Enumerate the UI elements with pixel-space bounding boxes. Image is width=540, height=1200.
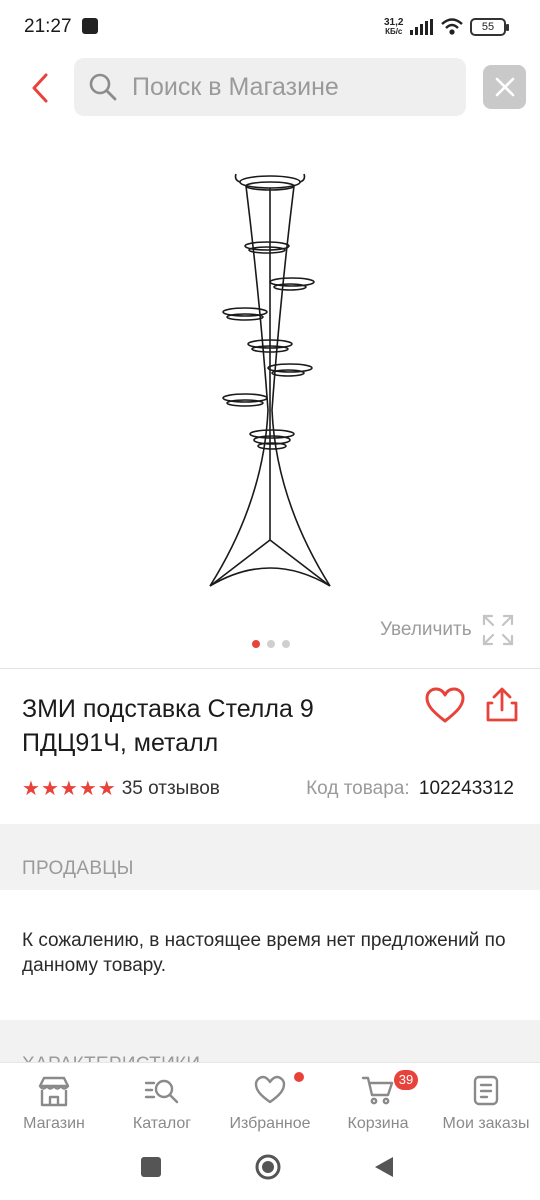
nav-orders[interactable]: Мои заказы	[432, 1063, 540, 1143]
notification-icon	[82, 18, 98, 34]
share-button[interactable]	[482, 686, 522, 726]
back-nav-icon[interactable]	[372, 1155, 396, 1179]
star-icon: ★	[22, 778, 40, 800]
system-nav	[0, 1142, 540, 1200]
pager-dot[interactable]	[267, 640, 275, 648]
nav-store[interactable]: Магазин	[0, 1063, 108, 1143]
cart-icon	[361, 1076, 394, 1105]
status-time: 21:27	[24, 16, 72, 37]
favorite-button[interactable]	[424, 686, 466, 726]
star-icon: ★	[97, 778, 116, 800]
expand-icon	[482, 614, 513, 646]
divider	[0, 668, 540, 669]
search-input[interactable]	[132, 58, 452, 116]
sellers-header: ПРОДАВЦЫ	[0, 824, 540, 890]
sellers-heading: ПРОДАВЦЫ	[22, 858, 134, 879]
search-box[interactable]	[74, 58, 466, 116]
product-code-label: Код товара:	[306, 778, 410, 799]
nav-catalog[interactable]: Каталог	[108, 1063, 216, 1143]
nav-label: Каталог	[132, 1115, 192, 1132]
store-icon	[38, 1076, 70, 1107]
heart-icon	[425, 687, 465, 723]
close-button[interactable]	[483, 65, 526, 109]
cart-badge: 39	[394, 1070, 418, 1090]
product-code-value: 102243312	[418, 778, 514, 799]
wifi-icon	[441, 18, 463, 35]
characteristics-header: ХАРАКТЕРИСТИКИ	[0, 1020, 540, 1062]
star-icon: ★	[78, 778, 97, 800]
network-speed: 31,2 КБ/с	[384, 17, 404, 37]
zoom-button[interactable]: Увеличить	[380, 614, 514, 646]
catalog-search-icon	[144, 1079, 179, 1104]
favorites-indicator	[294, 1072, 304, 1082]
star-icon: ★	[40, 778, 59, 800]
nav-label: Корзина	[347, 1115, 409, 1132]
close-icon	[495, 77, 514, 97]
product-image[interactable]	[190, 160, 350, 600]
orders-icon	[473, 1075, 499, 1106]
status-bar: 21:27 31,2 КБ/с 55	[0, 0, 540, 56]
reviews-link[interactable]: 35 отзывов	[122, 778, 220, 800]
nav-label: Магазин	[23, 1115, 85, 1132]
nav-favorites[interactable]: Избранное	[216, 1063, 324, 1143]
share-icon	[486, 687, 518, 722]
bottom-nav: Магазин Каталог Избранное Корзина Мои за…	[0, 1062, 540, 1142]
search-icon	[89, 73, 117, 101]
product-gallery[interactable]: Увеличить	[0, 130, 540, 666]
product-code: Код товара: 102243312	[306, 778, 514, 800]
pager-dot[interactable]	[282, 640, 290, 648]
gallery-pager	[252, 640, 290, 648]
signal-icon	[410, 19, 433, 35]
chevron-left-icon	[32, 73, 48, 103]
rating-stars: ★ ★ ★ ★ ★	[22, 776, 116, 801]
no-offers-message: К сожалению, в настоящее время нет предл…	[22, 930, 506, 976]
pager-dot[interactable]	[252, 640, 260, 648]
top-bar	[0, 56, 540, 120]
nav-label: Мои заказы	[442, 1115, 530, 1132]
heart-icon	[254, 1075, 286, 1104]
recents-icon[interactable]	[140, 1156, 162, 1178]
battery-icon: 55	[470, 18, 509, 36]
home-icon[interactable]	[254, 1153, 282, 1181]
zoom-label: Увеличить	[380, 619, 472, 640]
product-title: ЗМИ подставка Стелла 9 ПДЦ91Ч, металл	[22, 695, 314, 757]
nav-label: Избранное	[229, 1115, 311, 1132]
back-button[interactable]	[20, 66, 60, 110]
characteristics-heading[interactable]: ХАРАКТЕРИСТИКИ	[22, 1054, 200, 1062]
star-icon: ★	[59, 778, 78, 800]
rating-row[interactable]: ★ ★ ★ ★ ★ 35 отзывов	[22, 776, 220, 801]
